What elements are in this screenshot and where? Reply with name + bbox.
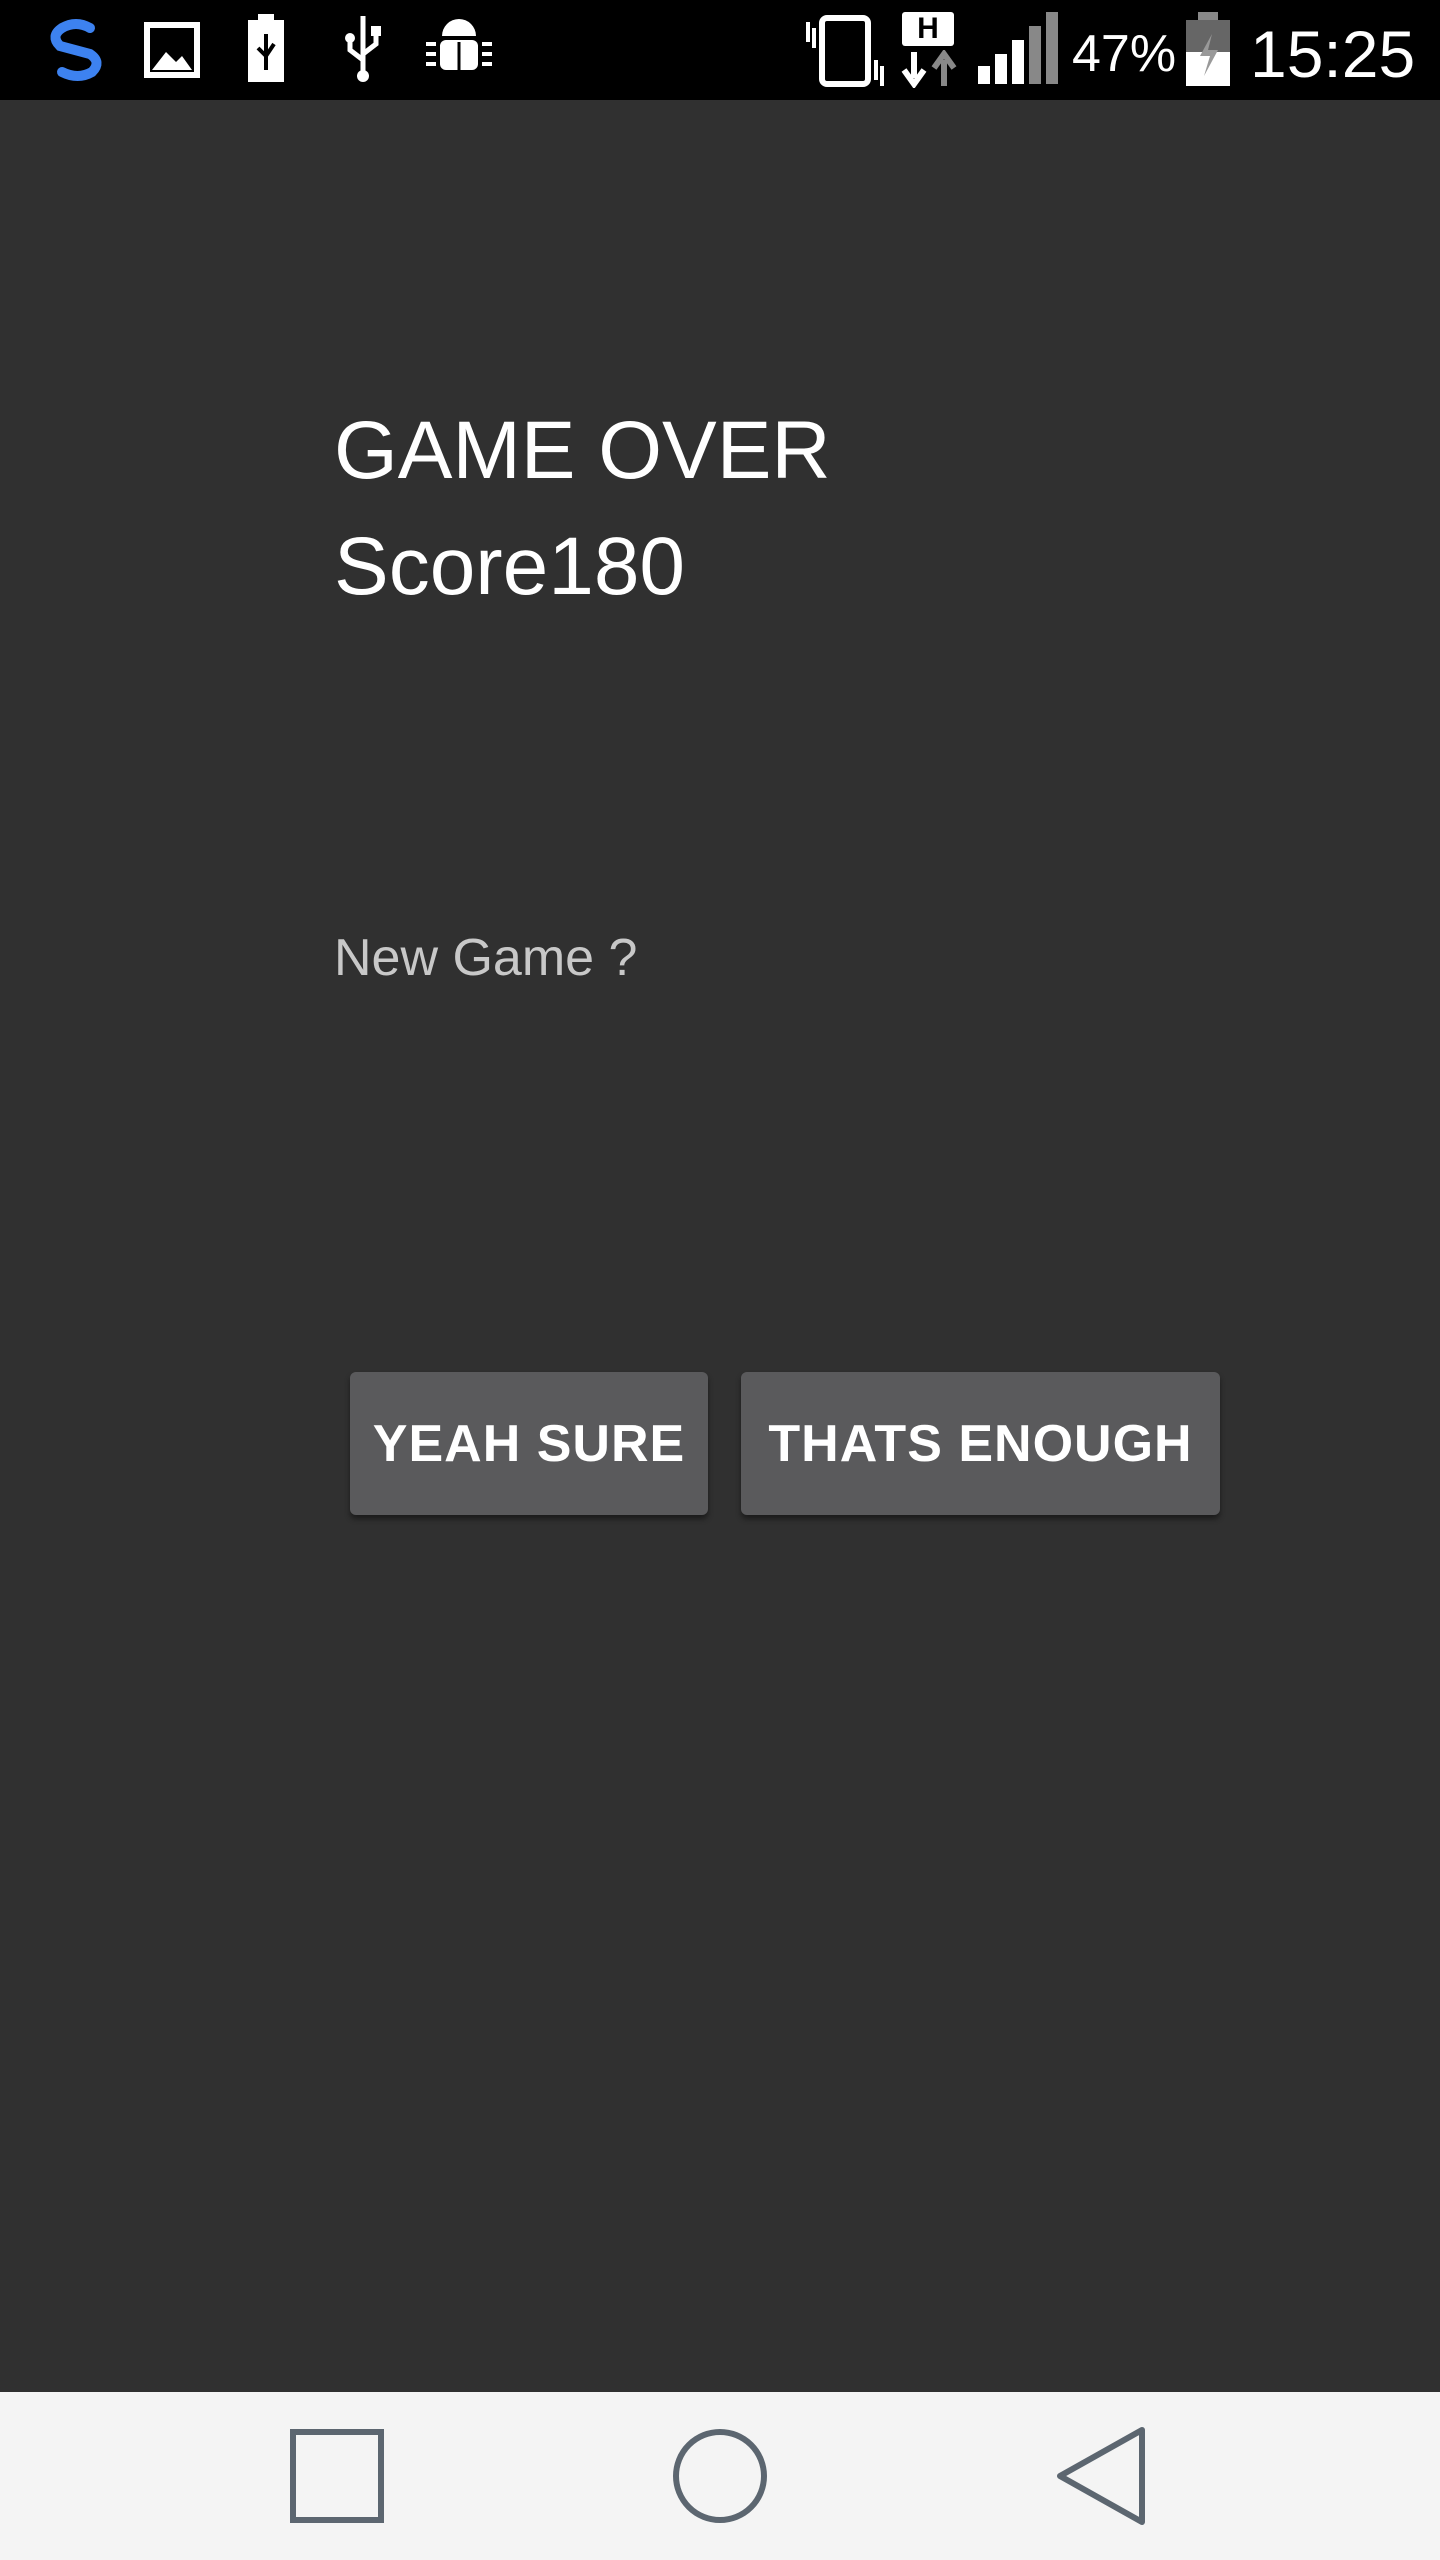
clock: 15:25 xyxy=(1250,17,1416,91)
battery-percentage: 47% xyxy=(1072,25,1177,83)
home-icon[interactable] xyxy=(660,2426,780,2526)
vibrate-icon xyxy=(806,15,884,87)
h-data-label: H xyxy=(902,12,954,46)
yeah-sure-button[interactable]: YEAH SURE xyxy=(350,1372,708,1515)
navigation-bar xyxy=(0,2392,1440,2560)
signal-icon xyxy=(978,12,1058,84)
usb-icon xyxy=(345,16,381,82)
battery-usb-icon xyxy=(248,14,284,82)
battery-charging-icon xyxy=(1186,12,1230,86)
android-debug-icon xyxy=(426,19,492,70)
skype-icon xyxy=(50,19,102,81)
recents-icon[interactable] xyxy=(278,2426,398,2526)
h-data-icon: H xyxy=(898,12,960,88)
score-label: Score180 xyxy=(334,521,686,612)
back-icon[interactable] xyxy=(1042,2426,1162,2526)
image-icon xyxy=(144,22,200,78)
thats-enough-button[interactable]: THATS ENOUGH xyxy=(741,1372,1220,1515)
game-over-title: GAME OVER xyxy=(334,405,831,496)
status-bar: H 47% 15:25 xyxy=(0,0,1440,100)
new-game-prompt: New Game ? xyxy=(334,929,638,987)
